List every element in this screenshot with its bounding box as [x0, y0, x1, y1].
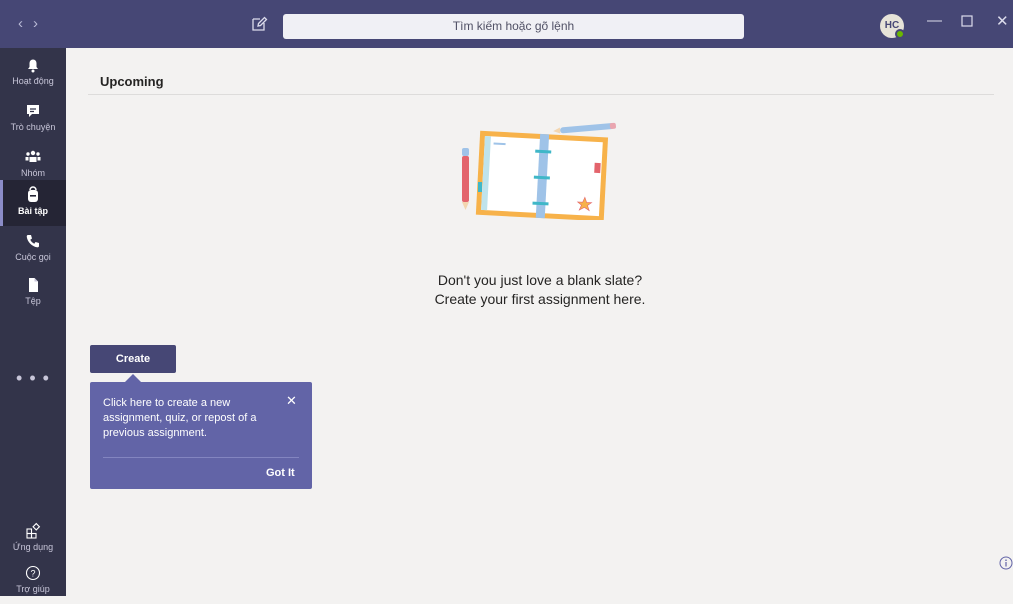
info-icon[interactable]	[999, 556, 1013, 570]
sidebar-item-label: Ứng dụng	[12, 542, 54, 552]
bell-icon	[28, 59, 38, 73]
compose-icon[interactable]	[250, 15, 268, 33]
sidebar-item-label: Trò chuyện	[10, 122, 56, 132]
sidebar-item-files[interactable]: Tệp	[0, 270, 66, 316]
close-icon[interactable]: ✕	[996, 12, 1009, 30]
maximize-icon[interactable]	[961, 10, 973, 31]
title-bar: ‹› Tìm kiếm hoặc gõ lệnh HC — ✕	[0, 0, 1013, 48]
tooltip-divider	[103, 457, 299, 458]
sidebar-item-assignments[interactable]: Bài tập	[0, 180, 66, 226]
chat-icon	[27, 105, 39, 117]
nav-arrows: ‹›	[18, 15, 48, 32]
sidebar-item-label: Hoạt động	[12, 76, 54, 86]
tooltip-close-icon[interactable]: ✕	[286, 393, 297, 409]
search-input[interactable]: Tìm kiếm hoặc gõ lệnh	[283, 14, 744, 39]
apps-icon	[26, 522, 41, 539]
tooltip-arrow	[125, 374, 141, 382]
chevron-right-icon[interactable]: ›	[33, 15, 48, 32]
create-tooltip: Click here to create a new assignment, q…	[90, 382, 312, 489]
svg-text:?: ?	[30, 569, 35, 579]
sidebar-item-chat[interactable]: Trò chuyện	[0, 96, 66, 142]
sidebar-item-label: Cuộc gọi	[15, 252, 51, 262]
sidebar-item-apps[interactable]: Ứng dụng	[0, 516, 66, 562]
blank-notebook-illustration	[462, 122, 616, 220]
got-it-button[interactable]: Got It	[266, 467, 295, 479]
file-icon	[29, 278, 38, 292]
backpack-icon	[28, 186, 38, 202]
divider	[88, 94, 994, 95]
sidebar-item-label: Tệp	[25, 296, 41, 306]
sidebar-item-help[interactable]: ? Trợ giúp	[0, 558, 66, 604]
help-icon: ?	[25, 565, 41, 581]
status-available-icon	[895, 29, 905, 39]
tooltip-text: Click here to create a new assignment, q…	[103, 397, 257, 439]
section-title: Upcoming	[100, 74, 164, 89]
empty-state-subheading: Create your first assignment here.	[434, 291, 646, 307]
teams-icon	[25, 150, 41, 162]
app-bar: Hoạt động Trò chuyện Nhóm Bài tập Cuộc g…	[0, 48, 66, 596]
empty-state-heading: Don't you just love a blank slate?	[437, 272, 643, 288]
sidebar-item-label: Nhóm	[20, 168, 45, 178]
minimize-icon[interactable]: —	[927, 12, 942, 29]
more-apps-icon[interactable]: • • •	[0, 368, 66, 389]
phone-icon	[26, 235, 39, 248]
sidebar-item-calls[interactable]: Cuộc gọi	[0, 226, 66, 272]
sidebar-item-activity[interactable]: Hoạt động	[0, 50, 66, 96]
create-button[interactable]: Create	[90, 345, 176, 373]
sidebar-item-label: Trợ giúp	[16, 584, 50, 594]
sidebar-item-label: Bài tập	[17, 206, 48, 216]
chevron-left-icon[interactable]: ‹	[18, 15, 33, 32]
